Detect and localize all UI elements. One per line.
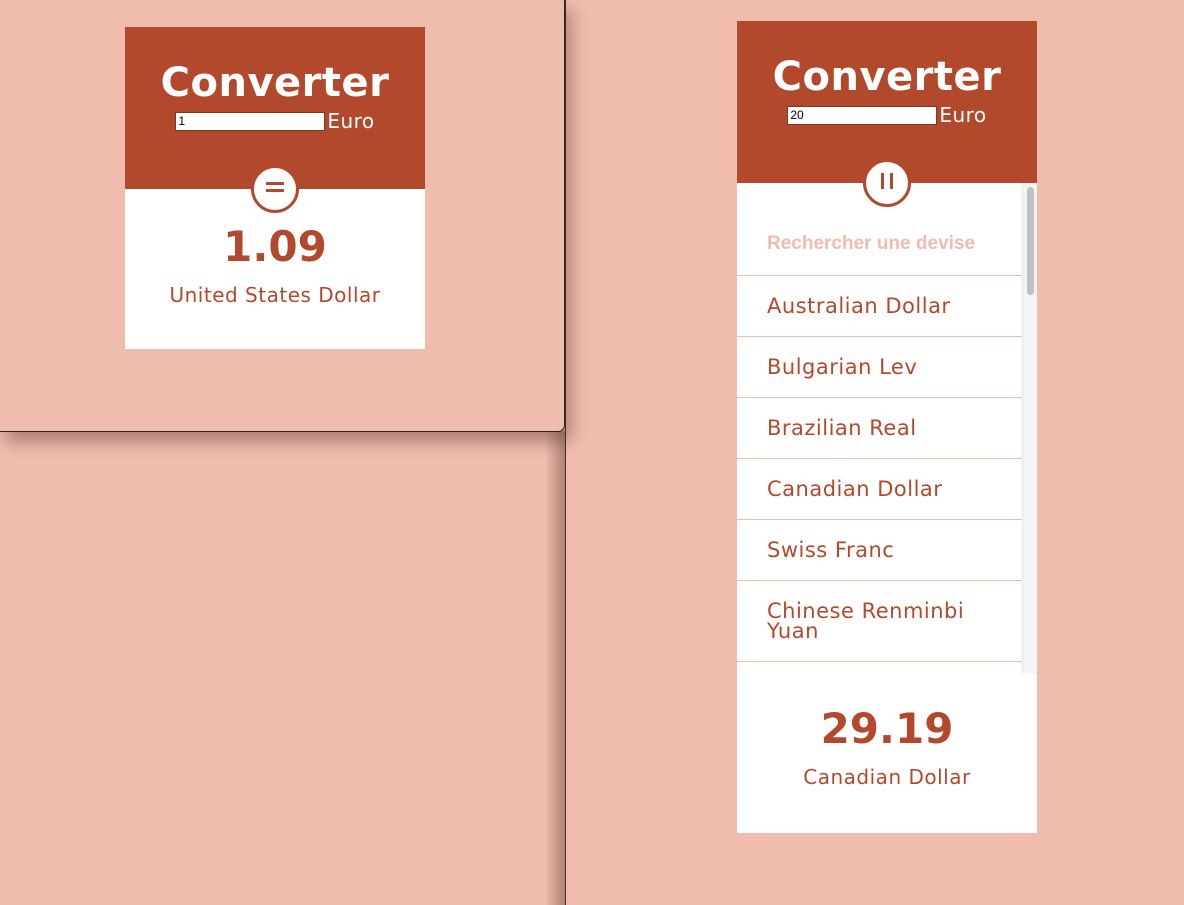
converter-title: Converter <box>160 60 390 106</box>
scrollbar-thumb[interactable] <box>1027 187 1034 295</box>
result-panel: 29.19 Canadian Dollar <box>737 673 1037 833</box>
currency-option[interactable]: Canadian Dollar <box>737 459 1022 520</box>
currency-option[interactable]: Australian Dollar <box>737 276 1022 337</box>
left-window: Converter Euro 1.09 United States Dollar <box>0 0 565 432</box>
converter-card-left: Converter Euro 1.09 United States Dollar <box>125 27 425 349</box>
currency-list[interactable]: Australian Dollar Bulgarian Lev Brazilia… <box>737 183 1037 673</box>
currency-list-content: Australian Dollar Bulgarian Lev Brazilia… <box>737 183 1022 662</box>
result-value: 1.09 <box>223 222 327 271</box>
amount-row: Euro <box>737 103 1037 127</box>
amount-row: Euro <box>125 109 425 133</box>
result-currency[interactable]: Canadian Dollar <box>737 763 1037 791</box>
from-currency-label: Euro <box>327 109 375 133</box>
currency-option[interactable]: Bulgarian Lev <box>737 337 1022 398</box>
converter-header: Converter Euro <box>737 21 1037 207</box>
currency-option[interactable]: Chinese Renminbi Yuan <box>737 581 1022 662</box>
result-panel: 1.09 United States Dollar <box>125 189 425 349</box>
convert-toggle-button[interactable] <box>863 159 911 207</box>
amount-input[interactable] <box>175 111 326 131</box>
amount-input[interactable] <box>787 105 938 125</box>
equals-icon <box>264 179 286 199</box>
convert-toggle-button[interactable] <box>251 165 299 213</box>
converter-title: Converter <box>772 54 1002 100</box>
result-value: 29.19 <box>820 704 954 753</box>
result-currency[interactable]: United States Dollar <box>125 281 425 309</box>
list-scrollbar[interactable] <box>1022 183 1037 673</box>
currency-option[interactable]: Swiss Franc <box>737 520 1022 581</box>
window-shadow <box>545 431 565 905</box>
currency-search-input[interactable] <box>767 233 1007 255</box>
from-currency-label: Euro <box>939 103 987 127</box>
converter-header: Converter Euro <box>125 27 425 213</box>
pause-icon <box>878 171 896 195</box>
currency-option[interactable]: Brazilian Real <box>737 398 1022 459</box>
converter-card-right: Converter Euro Australian Dollar Bulgari… <box>737 21 1037 833</box>
window-divider <box>565 0 566 905</box>
